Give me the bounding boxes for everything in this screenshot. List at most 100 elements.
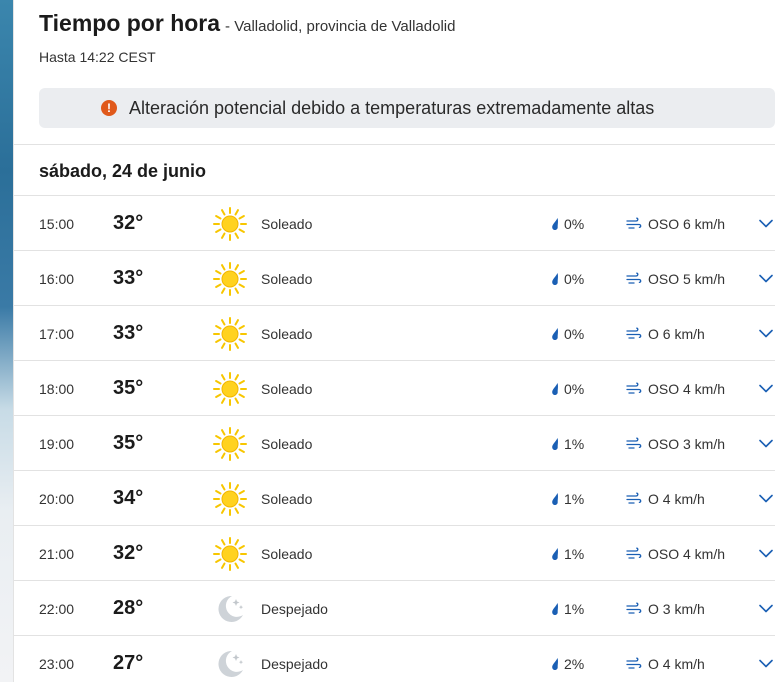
condition-label: Soleado (261, 380, 313, 397)
wind-value: OSO 3 km/h (648, 435, 726, 452)
precipitation-value: 2% (564, 655, 585, 672)
hour-time: 23:00 (39, 655, 75, 672)
wind-icon (626, 492, 648, 506)
chevron-down-icon[interactable] (756, 471, 775, 526)
hour-row[interactable]: 21:00 32° Soleado 1% OSO 4 km/h (14, 525, 775, 580)
wind: OSO 5 km/h (626, 251, 725, 306)
wind-icon (626, 327, 648, 341)
divider (14, 144, 775, 145)
hour-temperature: 32° (113, 212, 144, 234)
hour-time: 22:00 (39, 600, 75, 617)
precipitation: 0% (550, 251, 584, 306)
precipitation: 0% (550, 361, 584, 416)
wind-value: OSO 6 km/h (648, 215, 726, 232)
sun-icon (212, 471, 248, 526)
raindrop-icon (550, 437, 564, 451)
hour-row[interactable]: 17:00 33° Soleado 0% O 6 km/h (14, 305, 775, 360)
raindrop-icon (550, 217, 564, 231)
hour-time: 18:00 (39, 380, 75, 397)
wind: OSO 4 km/h (626, 361, 725, 416)
page-title: Tiempo por hora (39, 10, 221, 36)
chevron-down-icon[interactable] (756, 251, 775, 306)
hour-row[interactable]: 18:00 35° Soleado 0% OSO 4 km/h (14, 360, 775, 415)
precipitation: 0% (550, 196, 584, 251)
condition-label: Despejado (261, 600, 328, 617)
chevron-down-icon[interactable] (756, 306, 775, 361)
wind-icon (626, 217, 648, 231)
raindrop-icon (550, 602, 564, 616)
condition-label: Soleado (261, 545, 313, 562)
day-heading: sábado, 24 de junio (39, 161, 207, 181)
wind: O 4 km/h (626, 471, 705, 526)
background-strip (0, 0, 13, 682)
moon-icon (212, 636, 248, 682)
hour-temperature: 33° (113, 267, 144, 289)
sun-icon (212, 361, 248, 416)
chevron-down-icon[interactable] (756, 636, 775, 682)
hour-row[interactable]: 23:00 27° Despejado 2% O 4 km/h (14, 635, 775, 682)
wind-value: OSO 5 km/h (648, 270, 726, 287)
chevron-down-icon[interactable] (756, 581, 775, 636)
wind-icon (626, 437, 648, 451)
moon-icon (212, 581, 248, 636)
wind-icon (626, 382, 648, 396)
wind-icon (626, 272, 648, 286)
wind-icon (626, 657, 648, 671)
condition-label: Soleado (261, 325, 313, 342)
precipitation: 1% (550, 416, 584, 471)
hour-temperature: 33° (113, 322, 144, 344)
hour-row[interactable]: 19:00 35° Soleado 1% OSO 3 km/h (14, 415, 775, 470)
wind-value: O 3 km/h (648, 600, 705, 617)
raindrop-icon (550, 382, 564, 396)
wind: O 4 km/h (626, 636, 705, 682)
weather-alert-banner[interactable]: ! Alteración potencial debido a temperat… (39, 88, 775, 128)
chevron-down-icon[interactable] (756, 196, 775, 251)
raindrop-icon (550, 492, 564, 506)
sun-icon (212, 251, 248, 306)
precipitation-value: 1% (564, 490, 585, 507)
wind-value: OSO 4 km/h (648, 380, 726, 397)
title-row: Tiempo por hora - Valladolid, provincia … (39, 10, 775, 37)
hour-temperature: 32° (113, 542, 144, 564)
condition-label: Soleado (261, 270, 313, 287)
raindrop-icon (550, 327, 564, 341)
hour-row[interactable]: 15:00 32° Soleado 0% OSO 6 km/h (14, 195, 775, 250)
hour-row[interactable]: 16:00 33° Soleado 0% OSO 5 km/h (14, 250, 775, 305)
chevron-down-icon[interactable] (756, 416, 775, 471)
chevron-down-icon[interactable] (756, 361, 775, 416)
sun-icon (212, 196, 248, 251)
hour-row[interactable]: 20:00 34° Soleado 1% O 4 km/h (14, 470, 775, 525)
hour-temperature: 35° (113, 377, 144, 399)
precipitation: 1% (550, 581, 584, 636)
condition-label: Despejado (261, 655, 328, 672)
raindrop-icon (550, 657, 564, 671)
sun-icon (212, 526, 248, 581)
hourly-list: 15:00 32° Soleado 0% OSO 6 km/h 16:00 33… (14, 195, 775, 682)
condition-label: Soleado (261, 435, 313, 452)
hour-temperature: 34° (113, 487, 144, 509)
precipitation-value: 0% (564, 380, 585, 397)
hour-temperature: 35° (113, 432, 144, 454)
chevron-down-icon[interactable] (756, 526, 775, 581)
precipitation-value: 0% (564, 270, 585, 287)
wind: O 6 km/h (626, 306, 705, 361)
precipitation-value: 1% (564, 435, 585, 452)
wind: OSO 4 km/h (626, 526, 725, 581)
wind: OSO 3 km/h (626, 416, 725, 471)
raindrop-icon (550, 272, 564, 286)
wind-icon (626, 547, 648, 561)
hour-temperature: 27° (113, 652, 144, 674)
hour-time: 19:00 (39, 435, 75, 452)
header: Tiempo por hora - Valladolid, provincia … (39, 10, 775, 65)
hour-row[interactable]: 22:00 28° Despejado 1% O 3 km/h (14, 580, 775, 635)
hour-temperature: 28° (113, 597, 144, 619)
condition-label: Soleado (261, 215, 313, 232)
sun-icon (212, 416, 248, 471)
precipitation-value: 0% (564, 215, 585, 232)
alert-text: Alteración potencial debido a temperatur… (129, 97, 655, 118)
wind: OSO 6 km/h (626, 196, 725, 251)
condition-label: Soleado (261, 490, 313, 507)
sun-icon (212, 306, 248, 361)
precipitation: 1% (550, 526, 584, 581)
location-label: - Valladolid, provincia de Valladolid (225, 18, 456, 35)
